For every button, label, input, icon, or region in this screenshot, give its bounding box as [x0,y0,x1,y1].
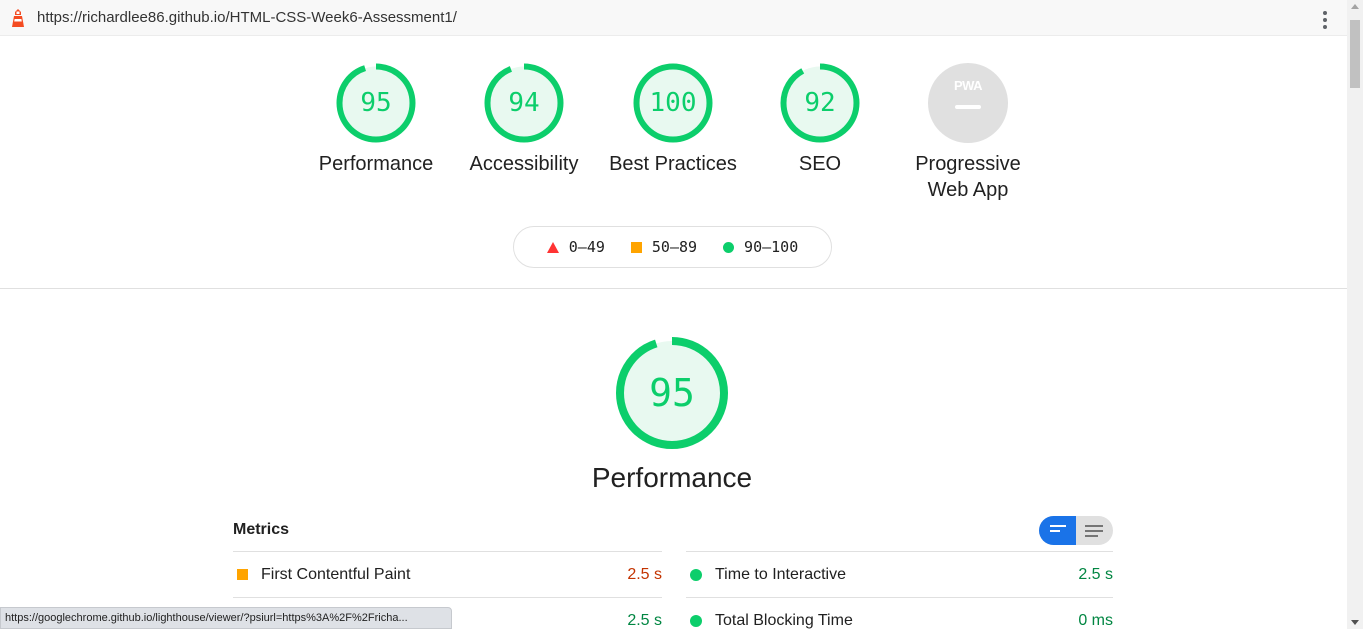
metric-name: Time to Interactive [715,565,847,583]
pwa-label-line1: Progressive [915,153,1021,175]
scroll-down-arrow-icon[interactable] [1351,620,1359,625]
legend-pass: 90–100 [723,238,798,256]
metric-row: First Contentful Paint 2.5 s [233,551,662,597]
legend-average: 50–89 [630,238,698,256]
pass-circle-icon [723,241,735,253]
gauge-score: 92 [804,88,836,118]
legend-fail-label: 0–49 [568,238,605,256]
metric-name: Total Blocking Time [715,611,853,629]
compact-view-icon [1050,525,1066,535]
gauge-ring: 95 [615,336,729,450]
pwa-dash [955,105,981,109]
gauge-ring: 95 [336,63,416,143]
average-square-icon [630,241,642,253]
gauge-ring: 94 [484,63,564,143]
gauge-label: Accessibility [469,153,579,175]
metric-value: 2.5 s [1078,565,1113,583]
link-status-bar: https://googlechrome.github.io/lighthous… [0,607,452,629]
scroll-up-arrow-icon[interactable] [1351,4,1359,9]
metrics-header: Metrics [233,521,290,538]
gauge-ring: 100 [633,63,713,143]
pass-circle-icon [690,568,702,581]
gauge-score: 100 [649,88,697,118]
pwa-badge-icon: PWA [928,63,1008,143]
compact-view-button[interactable] [1039,516,1076,545]
score-scale-legend: 0–49 50–89 90–100 [513,226,832,268]
metric-value: 2.5 s [627,565,662,583]
gauge-label: SEO [798,153,842,175]
legend-pass-label: 90–100 [744,238,799,256]
gauge-score: 94 [508,88,540,118]
gauge-accessibility[interactable]: 94 Accessibility [464,63,584,177]
average-square-icon [237,569,248,580]
expanded-view-icon [1085,525,1103,540]
fail-triangle-icon [546,241,559,253]
url-text[interactable]: https://richardlee86.github.io/HTML-CSS-… [37,9,457,26]
lighthouse-icon [11,8,25,27]
pwa-badge-text: PWA [953,78,983,93]
performance-gauge-large: 95 [600,336,744,450]
metric-value: 0 ms [1078,611,1113,629]
gauge-label: Best Practices [609,153,737,175]
metrics-view-toggle[interactable] [1039,516,1113,545]
gauge-best-practices[interactable]: 100 Best Practices [603,63,743,177]
more-options-icon[interactable] [1323,11,1327,29]
metric-value: 2.5 s [627,611,662,629]
legend-average-label: 50–89 [651,238,698,256]
metric-name: First Contentful Paint [261,565,411,583]
gauge-performance[interactable]: 95 Performance [316,63,436,177]
gauge-ring: 92 [780,63,860,143]
metric-row: Time to Interactive 2.5 s [686,551,1113,597]
gauge-score: 95 [360,88,392,118]
gauge-seo[interactable]: 92 SEO [760,63,880,177]
expanded-view-button[interactable] [1076,516,1113,545]
performance-score: 95 [649,371,695,415]
metric-row: Total Blocking Time 0 ms [686,597,1113,643]
legend-fail: 0–49 [546,238,605,256]
browser-address-bar: https://richardlee86.github.io/HTML-CSS-… [0,0,1347,36]
gauge-label: Performance [318,153,434,175]
scrollbar[interactable] [1347,0,1363,629]
pass-circle-icon [690,614,702,627]
gauge-label: Progressive Web App [898,151,1038,203]
gauge-pwa[interactable]: PWA Progressive Web App [898,63,1038,203]
performance-title: Performance [591,462,753,493]
section-divider [0,288,1347,289]
scrollbar-thumb[interactable] [1350,20,1360,88]
pwa-label-line2: Web App [927,179,1009,201]
